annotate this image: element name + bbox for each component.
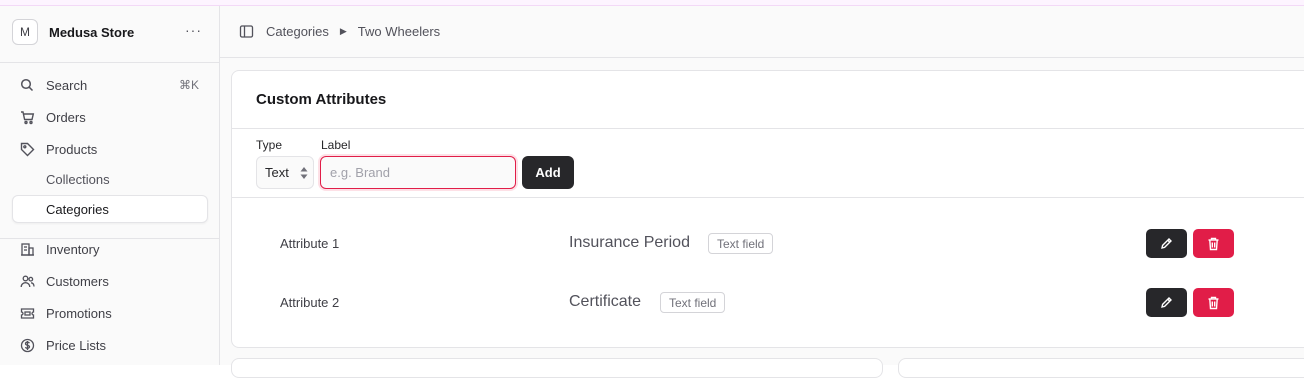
dollar-icon bbox=[19, 337, 35, 353]
add-button[interactable]: Add bbox=[522, 156, 574, 189]
attribute-row: Attribute 1 Insurance Period Text field bbox=[232, 229, 1304, 259]
tag-icon bbox=[19, 141, 35, 157]
building-icon bbox=[19, 241, 35, 257]
sidebar-item-label: Orders bbox=[46, 109, 86, 125]
label-label: Label bbox=[321, 138, 351, 152]
cart-icon bbox=[19, 109, 35, 125]
delete-button[interactable] bbox=[1193, 229, 1234, 258]
ticket-icon bbox=[19, 305, 35, 321]
attribute-name: Attribute 2 bbox=[280, 295, 340, 310]
users-icon bbox=[19, 273, 35, 289]
sidebar-item-label: Products bbox=[46, 141, 98, 157]
topbar: Categories ▶ Two Wheelers bbox=[220, 6, 1304, 58]
type-select[interactable]: Text bbox=[256, 156, 314, 189]
custom-attributes-card: Custom Attributes Type Label Text Add At… bbox=[231, 70, 1304, 348]
edit-button[interactable] bbox=[1146, 229, 1187, 258]
breadcrumb-item[interactable]: Categories bbox=[266, 24, 329, 39]
sidebar-item-label: Search bbox=[46, 77, 88, 93]
search-shortcut: ⌘K bbox=[178, 78, 199, 92]
sidebar-item-label: Collections bbox=[46, 171, 110, 187]
sidebar-item-label: Price Lists bbox=[46, 337, 106, 353]
store-switcher[interactable]: M Medusa Store ··· bbox=[12, 18, 208, 46]
attribute-type-badge: Text field bbox=[708, 233, 774, 254]
store-avatar: M bbox=[12, 19, 38, 45]
bottom-card-right bbox=[898, 358, 1304, 378]
attribute-type-badge: Text field bbox=[660, 292, 726, 313]
edit-button[interactable] bbox=[1146, 288, 1187, 317]
sidebar-divider bbox=[0, 62, 219, 63]
sidebar-item-inventory[interactable]: Inventory bbox=[12, 235, 208, 263]
attribute-row: Attribute 2 Certificate Text field bbox=[232, 288, 1304, 318]
sidebar-item-products[interactable]: Products bbox=[12, 135, 208, 163]
bottom-card-left bbox=[231, 358, 883, 378]
sidebar-item-label: Categories bbox=[46, 201, 109, 217]
select-arrows-icon bbox=[300, 167, 308, 179]
card-title: Custom Attributes bbox=[256, 91, 387, 108]
sidebar-item-collections[interactable]: Collections bbox=[12, 165, 208, 193]
divider bbox=[232, 197, 1304, 198]
app: M Medusa Store ··· Search ⌘K Orders Prod… bbox=[0, 6, 1304, 378]
sidebar-item-orders[interactable]: Orders bbox=[12, 103, 208, 131]
sidebar-item-promotions[interactable]: Promotions bbox=[12, 299, 208, 327]
sidebar-item-search[interactable]: Search ⌘K bbox=[12, 71, 208, 99]
more-icon[interactable]: ··· bbox=[185, 22, 202, 38]
attribute-label: Certificate bbox=[569, 293, 642, 310]
sidebar-item-label: Promotions bbox=[46, 305, 112, 321]
search-icon bbox=[19, 77, 35, 93]
trash-icon bbox=[1208, 296, 1219, 309]
label-input[interactable] bbox=[320, 156, 516, 189]
sidebar-item-categories[interactable]: Categories bbox=[12, 195, 208, 223]
sidebar-toggle-icon[interactable] bbox=[239, 24, 255, 40]
sidebar: M Medusa Store ··· Search ⌘K Orders Prod… bbox=[0, 6, 220, 365]
sidebar-item-label: Inventory bbox=[46, 241, 100, 257]
pencil-icon bbox=[1161, 238, 1172, 249]
attribute-label: Insurance Period bbox=[569, 234, 690, 251]
store-name: Medusa Store bbox=[49, 24, 135, 40]
divider bbox=[232, 128, 1304, 129]
sidebar-item-price-lists[interactable]: Price Lists bbox=[12, 331, 208, 359]
type-select-value: Text bbox=[265, 165, 289, 180]
pencil-icon bbox=[1161, 297, 1172, 308]
delete-button[interactable] bbox=[1193, 288, 1234, 317]
main-content: Categories ▶ Two Wheelers Custom Attribu… bbox=[220, 6, 1304, 378]
chevron-right-icon: ▶ bbox=[339, 26, 347, 36]
type-label: Type bbox=[256, 138, 283, 152]
attribute-name: Attribute 1 bbox=[280, 236, 340, 251]
breadcrumb-item: Two Wheelers bbox=[357, 24, 441, 39]
sidebar-item-label: Customers bbox=[46, 273, 109, 289]
sidebar-item-customers[interactable]: Customers bbox=[12, 267, 208, 295]
trash-icon bbox=[1208, 237, 1219, 250]
